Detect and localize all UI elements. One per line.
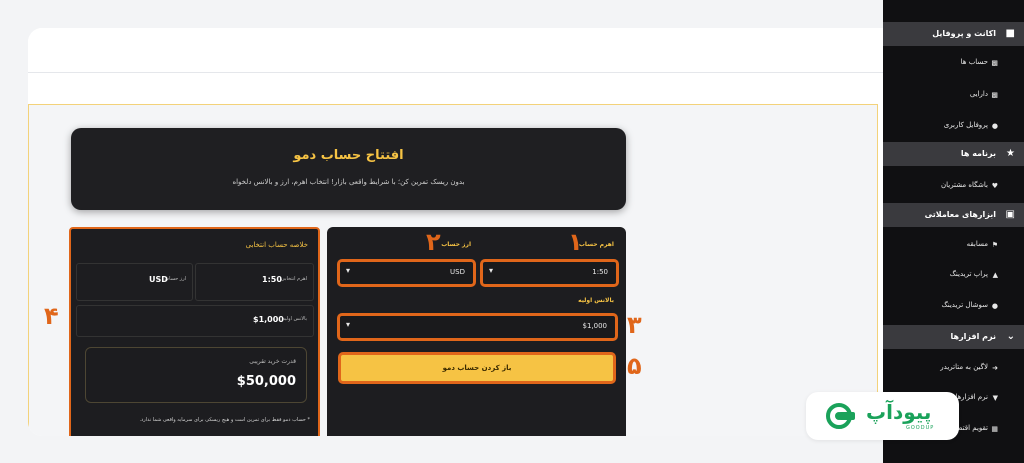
user-icon: ■ [1005, 28, 1015, 39]
chevron-down-icon: ▾ [489, 266, 494, 275]
sidebar-item-label: دارایی [969, 90, 988, 98]
sidebar-item-label: پراپ تریدینگ [949, 270, 988, 278]
summary-leverage-label: اهرم انتخابی [280, 276, 307, 282]
chart-icon: ▲ [992, 271, 998, 279]
trophy-icon: ★ [1006, 148, 1015, 159]
page-subtitle: بدون ریسک تمرین کن؛ با شرایط واقعی بازار… [232, 178, 465, 186]
buying-power-label: قدرت خرید تقریبی [249, 358, 296, 365]
sidebar-section-trading-tools[interactable]: ▣ ابزارهای معاملاتی [883, 203, 1024, 227]
chevron-down-icon: ▾ [346, 320, 351, 329]
balance-label: بالانس اولیه [578, 297, 614, 304]
leverage-select[interactable]: 1:50 ▾ [480, 259, 619, 287]
currency-select-value: USD [450, 268, 465, 276]
sidebar-section-label: ابزارهای معاملاتی [924, 210, 996, 219]
annotation-2: ۲ [426, 228, 441, 256]
wallet-icon: ▩ [991, 59, 998, 67]
summary-balance-label: بالانس اولیه [282, 316, 307, 322]
sidebar-item-label: مسابقه [966, 240, 988, 248]
login-icon: ➜ [992, 364, 998, 372]
chevron-down-icon: ⌄ [1006, 331, 1015, 342]
summary-currency-value: USD [149, 275, 168, 284]
heart-icon: ♥ [991, 182, 998, 190]
main-content: افتتاح حساب دمو بدون ریسک تمرین کن؛ با ش… [28, 28, 883, 436]
balance-select[interactable]: $1,000 ▾ [337, 313, 618, 341]
demo-account-header: افتتاح حساب دمو بدون ریسک تمرین کن؛ با ش… [71, 128, 626, 210]
summary-title: خلاصه حساب انتخابی [245, 241, 308, 249]
logo-subtext: GOODUP [906, 425, 935, 431]
sidebar-item-label: سوشال تریدینگ [941, 301, 988, 309]
sidebar-item-label: نرم افزارها [955, 393, 988, 401]
logo-wordmark: پیودآپ [866, 400, 932, 424]
user-icon: ● [991, 122, 998, 130]
goodup-logo: پیودآپ GOODUP [806, 392, 959, 440]
sidebar-section-software[interactable]: ⌄ نرم افزارها [883, 325, 1024, 349]
users-icon: ● [991, 302, 998, 310]
sidebar-section-account[interactable]: ■ اکانت و پروفایل [883, 22, 1024, 46]
briefcase-icon: ▣ [1005, 209, 1015, 220]
sidebar-section-programs[interactable]: ★ برنامه ها [883, 142, 1024, 166]
currency-label: ارز حساب [441, 241, 471, 248]
summary-currency-box: ارز حساب USD [76, 263, 193, 301]
sidebar-section-label: برنامه ها [960, 149, 996, 158]
summary-leverage-box: اهرم انتخابی 1:50 [195, 263, 314, 301]
currency-select[interactable]: USD ▾ [337, 259, 476, 287]
flag-icon: ⚑ [991, 241, 998, 249]
download-icon: ▼ [992, 394, 998, 402]
balance-select-value: $1,000 [582, 322, 608, 330]
annotation-3: ۳ [627, 311, 642, 339]
leverage-select-value: 1:50 [592, 268, 608, 276]
demo-note: * حساب دمو فقط برای تمرین است و هیچ ریسک… [139, 417, 310, 423]
sidebar-item-label: پروفایل کاربری [943, 121, 988, 129]
summary-balance-value: $1,000 [253, 315, 284, 324]
page-title: افتتاح حساب دمو [293, 148, 404, 163]
sidebar-item-label: حساب ها [960, 58, 988, 66]
calendar-icon: ▦ [991, 425, 998, 433]
card-icon: ▩ [991, 91, 998, 99]
sidebar-section-label: نرم افزارها [950, 332, 996, 341]
account-summary-panel: خلاصه حساب انتخابی ارز حساب USD اهرم انت… [69, 227, 320, 436]
account-form-panel: اهرم حساب ارز حساب 1:50 ▾ USD ▾ بالانس ا… [327, 227, 626, 436]
leverage-label: اهرم حساب [578, 241, 614, 248]
buying-power-value: $50,000 [236, 374, 296, 389]
chevron-down-icon: ▾ [346, 266, 351, 275]
logo-mark-icon [826, 403, 855, 429]
sidebar-section-label: اکانت و پروفایل [932, 29, 996, 38]
open-demo-account-button[interactable]: باز کردن حساب دمو [338, 352, 616, 384]
sidebar-item-label: لاگین به متاتریدر [940, 363, 988, 371]
annotation-4: ۴ [44, 302, 59, 330]
sidebar-item-label: باشگاه مشتریان [940, 181, 988, 189]
annotation-1: ۱ [568, 228, 583, 256]
annotation-5: ۵ [627, 352, 642, 380]
summary-leverage-value: 1:50 [262, 275, 282, 284]
top-bar [28, 28, 883, 73]
buying-power-card: قدرت خرید تقریبی $50,000 [85, 347, 307, 403]
summary-balance-box: بالانس اولیه $1,000 [76, 305, 314, 337]
